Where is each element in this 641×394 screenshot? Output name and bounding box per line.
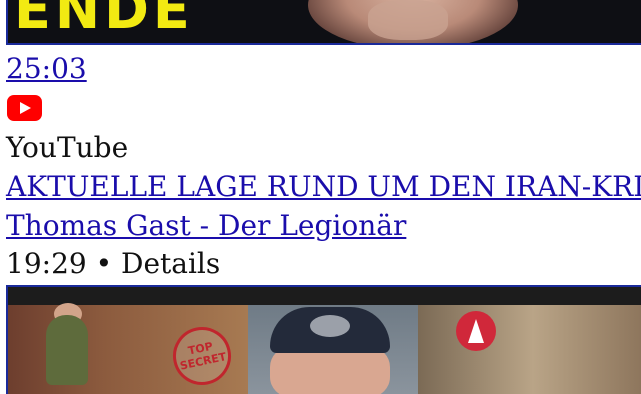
- video-title-link[interactable]: AKTUELLE LAGE RUND UM DEN IRAN-KRIEG: [6, 169, 641, 205]
- thumbnail-person-face: [368, 0, 448, 40]
- search-results-page: ENDE 25:03 YouTube AKTUELLE LAGE RUND UM…: [0, 0, 641, 394]
- video-duration-link[interactable]: 25:03: [6, 51, 87, 87]
- cap-badge-image: [310, 315, 350, 337]
- thumbnail-top-bar: [8, 287, 641, 305]
- youtube-icon: [7, 95, 42, 121]
- emblem-icon: [456, 311, 496, 351]
- thumbnail-title-text: ENDE: [14, 0, 194, 41]
- source-label: YouTube: [6, 131, 129, 164]
- person-face-image: [270, 347, 390, 394]
- video-meta: 19:29 • Details: [6, 247, 221, 280]
- video-thumbnail-top[interactable]: ENDE: [6, 0, 641, 45]
- video-thumbnail-bottom[interactable]: TOP SECRET: [6, 285, 641, 394]
- soldier-figure-image: [46, 315, 88, 385]
- channel-link[interactable]: Thomas Gast - Der Legionär: [6, 208, 406, 244]
- thumbnail-right-panel: [418, 305, 641, 394]
